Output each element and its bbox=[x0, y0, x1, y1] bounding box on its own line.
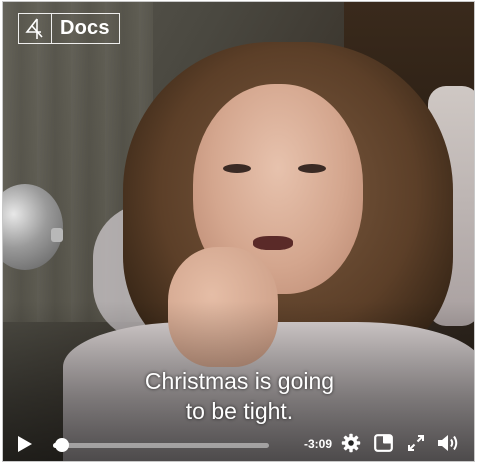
progress-track[interactable] bbox=[53, 443, 269, 448]
gear-icon bbox=[341, 433, 361, 453]
channel4-logo-icon bbox=[19, 14, 52, 43]
play-button[interactable] bbox=[17, 435, 33, 453]
subtitle-line: Christmas is going bbox=[144, 368, 335, 394]
subtitle-caption: Christmas is going to be tight. bbox=[3, 366, 474, 426]
control-bar: -3:09 bbox=[3, 425, 474, 461]
logo-label: Docs bbox=[60, 17, 110, 39]
channel-logo: Docs bbox=[18, 13, 120, 44]
volume-icon bbox=[438, 435, 458, 451]
subtitle-line: to be tight. bbox=[185, 398, 294, 424]
fullscreen-button[interactable] bbox=[407, 434, 425, 452]
video-player[interactable]: Docs Christmas is going to be tight. -3:… bbox=[2, 1, 475, 462]
picture-in-picture-button[interactable] bbox=[374, 434, 393, 452]
play-icon bbox=[18, 436, 32, 452]
volume-button[interactable] bbox=[437, 433, 461, 453]
settings-button[interactable] bbox=[341, 433, 361, 453]
expand-icon bbox=[408, 435, 424, 451]
time-remaining: -3:09 bbox=[304, 437, 333, 451]
progress-scrubber[interactable] bbox=[55, 438, 70, 452]
picture-in-picture-icon bbox=[374, 434, 393, 452]
